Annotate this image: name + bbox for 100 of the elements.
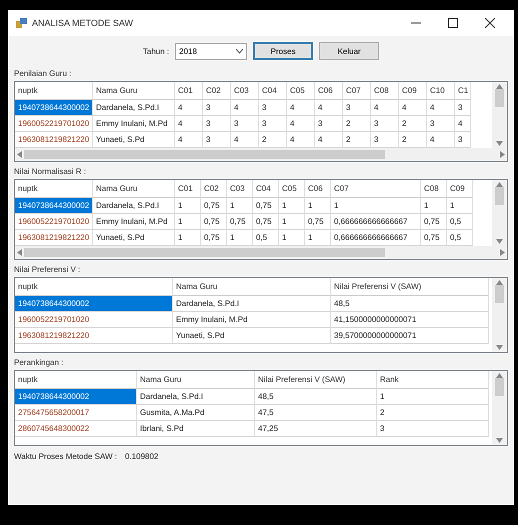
window-title: ANALISA METODE SAW: [32, 18, 134, 28]
table-cell: 3: [377, 421, 489, 437]
table-cell: 0,5: [447, 214, 473, 230]
table-cell: 1: [227, 230, 253, 246]
table-cell: 4: [287, 116, 315, 132]
table-cell: 4: [455, 116, 471, 132]
table-cell: 48,5: [255, 389, 377, 405]
table-cell: Gusmita, A.Ma.Pd: [137, 405, 255, 421]
table-cell: 3: [259, 116, 287, 132]
process-time-label: Waktu Proses Metode SAW :: [14, 452, 117, 461]
table-cell: 41,1500000000000071: [331, 312, 489, 328]
table-cell: 1: [305, 230, 331, 246]
table-cell: 47,25: [255, 421, 377, 437]
table-cell: 2: [399, 132, 427, 148]
scroll-down-icon[interactable]: [496, 141, 503, 146]
table-cell: 1940738644300002: [15, 389, 137, 405]
table-cell: 0,75: [253, 198, 279, 214]
table-cell: 3: [427, 116, 455, 132]
table-cell: 3: [371, 132, 399, 148]
table-cell: 1960052219701020: [15, 312, 173, 328]
vertical-scrollbar[interactable]: [492, 180, 507, 246]
scrollbar-thumb[interactable]: [495, 285, 504, 303]
table-cell: 0,75: [253, 214, 279, 230]
table-cell: 1: [279, 214, 305, 230]
table-cell: 3: [455, 132, 471, 148]
table-cell: 1960052219701020: [15, 116, 93, 132]
table-cell: 2756475658200017: [15, 405, 137, 421]
table-cell: 4: [175, 100, 203, 116]
scrollbar-thumb[interactable]: [495, 89, 504, 107]
scroll-down-icon[interactable]: [496, 438, 503, 443]
scroll-down-icon[interactable]: [496, 345, 503, 350]
table-cell: 0,75: [421, 230, 447, 246]
table-cell: 0,75: [305, 214, 331, 230]
table-cell: 1: [447, 198, 473, 214]
table-cell: 4: [287, 100, 315, 116]
section-label: Perankingan :: [14, 358, 64, 367]
table-cell: 4: [175, 132, 203, 148]
horizontal-scrollbar[interactable]: [15, 246, 507, 259]
table-cell: 1940738644300002: [15, 296, 173, 312]
scroll-down-icon[interactable]: [496, 239, 503, 244]
table-cell: 48,5: [331, 296, 489, 312]
table-cell: 1963081219821220: [15, 328, 173, 344]
table-cell: 4: [371, 100, 399, 116]
toolbar-button[interactable]: Keluar: [319, 42, 380, 60]
table-cell: 1960052219701020: [15, 214, 93, 230]
table-cell: 2: [259, 132, 287, 148]
table-cell: 0,75: [201, 230, 227, 246]
table-cell: 4: [427, 132, 455, 148]
table-cell: 0,5: [253, 230, 279, 246]
table-cell: 1: [377, 389, 489, 405]
table-cell: 0,75: [201, 214, 227, 230]
table-cell: 1: [175, 214, 201, 230]
table-cell: Dardanela, S.Pd.I: [93, 198, 175, 214]
table-cell: 0,75: [227, 214, 253, 230]
table-cell: 39,5700000000000071: [331, 328, 489, 344]
vertical-scrollbar[interactable]: [492, 278, 507, 352]
table-cell: 4: [399, 100, 427, 116]
table-cell: 4: [427, 100, 455, 116]
table-cell: 4: [175, 116, 203, 132]
table-cell: Emmy Inulani, M.Pd: [173, 312, 331, 328]
table-cell: Dardanela, S.Pd.I: [93, 100, 175, 116]
table-cell: 1: [279, 198, 305, 214]
table-cell: 3: [259, 100, 287, 116]
section-label: Nilai Normalisasi R :: [14, 167, 88, 176]
table-cell: 4: [315, 132, 343, 148]
scroll-right-icon[interactable]: [500, 151, 505, 158]
table-cell: Dardanela, S.Pd.I: [173, 296, 331, 312]
scroll-left-icon[interactable]: [17, 249, 22, 256]
table-cell: Yunaeti, S.Pd: [93, 230, 175, 246]
scroll-left-icon[interactable]: [17, 151, 22, 158]
table-cell: Dardanela, S.Pd.I: [137, 389, 255, 405]
table-cell: 1: [175, 198, 201, 214]
table-cell: 3: [343, 100, 371, 116]
table-cell: 1: [331, 198, 421, 214]
table-cell: 4: [287, 132, 315, 148]
scrollbar-thumb[interactable]: [495, 187, 504, 205]
table-cell: 0,666666666666667: [331, 214, 421, 230]
table-cell: 1940738644300002: [15, 100, 93, 116]
scrollbar-thumb[interactable]: [24, 248, 386, 257]
toolbar-button[interactable]: Proses: [253, 42, 314, 60]
app-icon: [16, 18, 27, 28]
table-cell: 0,5: [447, 230, 473, 246]
vertical-scrollbar[interactable]: [492, 82, 507, 148]
chevron-down-icon: [236, 48, 244, 54]
table-cell: 1: [227, 198, 253, 214]
scroll-right-icon[interactable]: [500, 249, 505, 256]
scrollbar-thumb[interactable]: [495, 378, 504, 396]
section-label: Nilai Preferensi V :: [14, 265, 82, 274]
table-cell: 0,75: [201, 198, 227, 214]
table-cell: 0,666666666666667: [331, 230, 421, 246]
table-cell: 1: [305, 198, 331, 214]
table-cell: 0,75: [421, 214, 447, 230]
table-cell: 1: [279, 230, 305, 246]
table-cell: 3: [231, 116, 259, 132]
horizontal-scrollbar[interactable]: [15, 148, 507, 161]
table-cell: Yunaeti, S.Pd: [93, 132, 175, 148]
scrollbar-thumb[interactable]: [24, 150, 386, 159]
table-cell: 1963081219821220: [15, 132, 93, 148]
year-dropdown[interactable]: 2018: [175, 42, 248, 60]
vertical-scrollbar[interactable]: [492, 371, 507, 445]
